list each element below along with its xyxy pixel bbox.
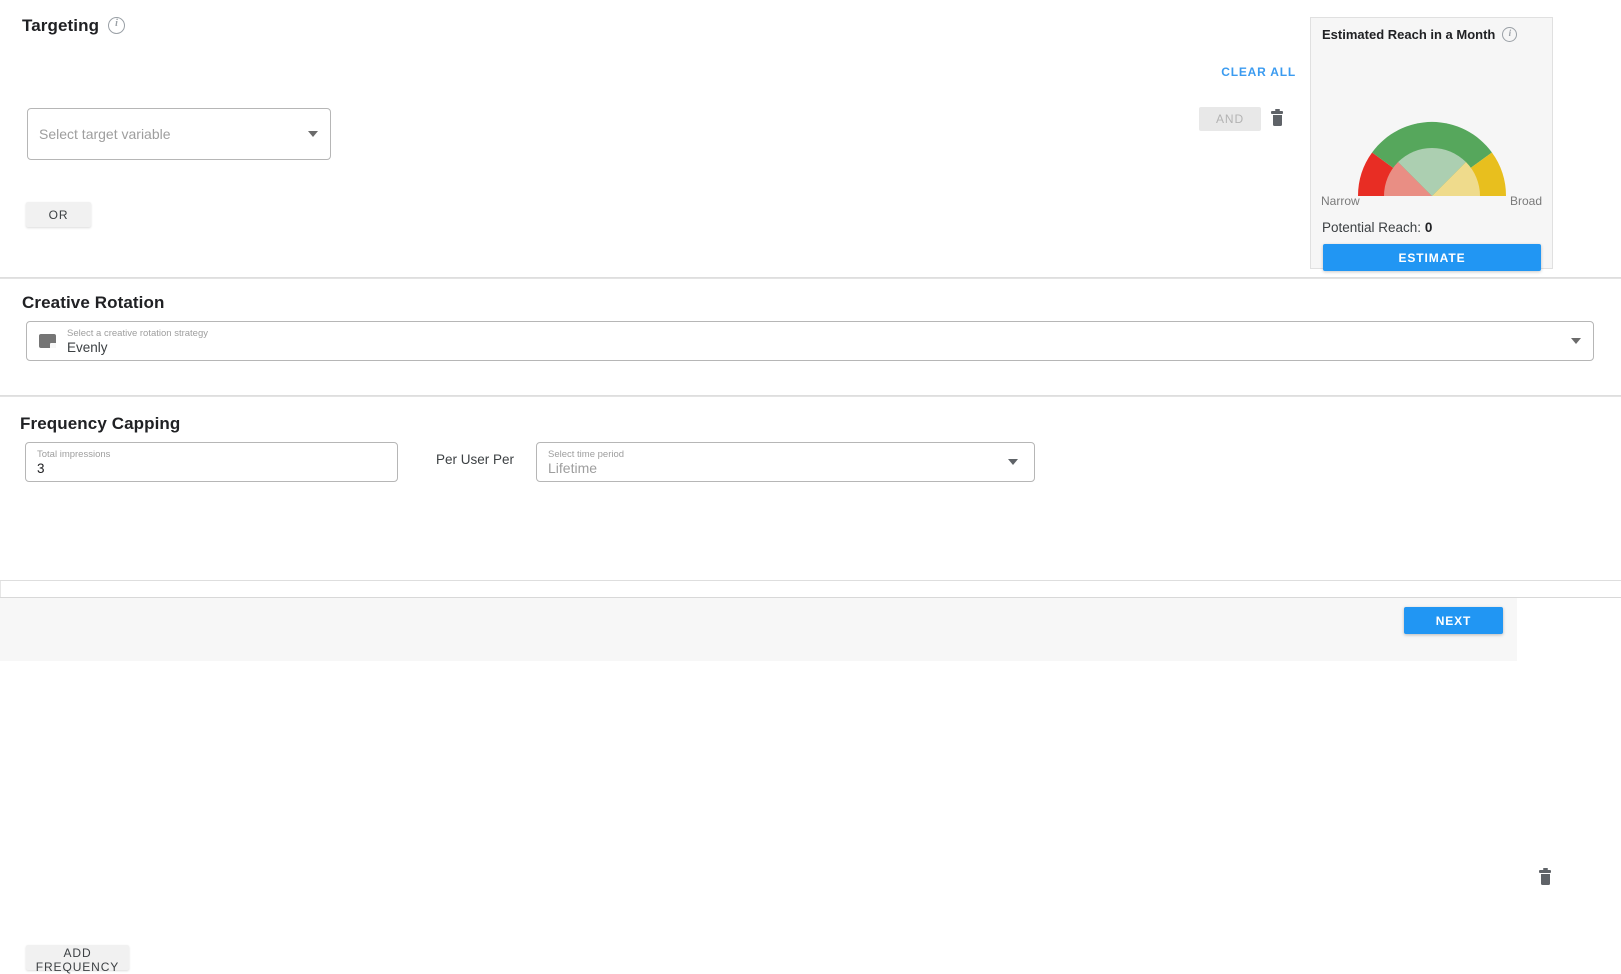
creative-rotation-select[interactable]: Select a creative rotation strategy Even… xyxy=(26,321,1594,361)
target-variable-placeholder: Select target variable xyxy=(39,126,171,142)
estimated-reach-title: Estimated Reach in a Month xyxy=(1322,27,1518,44)
time-period-label: Select time period xyxy=(548,449,625,460)
estimated-reach-title-text: Estimated Reach in a Month xyxy=(1322,27,1496,42)
page-title: Targeting xyxy=(22,16,126,36)
targeting-title-text: Targeting xyxy=(22,16,100,35)
add-frequency-button[interactable]: ADD FREQUENCY xyxy=(26,945,129,974)
or-button[interactable]: OR xyxy=(26,202,91,227)
creative-rotation-section: Creative Rotation Select a creative rota… xyxy=(0,278,1621,396)
frequency-capping-title: Frequency Capping xyxy=(20,414,181,433)
estimate-button[interactable]: ESTIMATE xyxy=(1323,244,1541,271)
total-impressions-label: Total impressions xyxy=(37,449,111,460)
chevron-down-icon[interactable] xyxy=(1571,338,1581,344)
target-variable-select[interactable]: Select target variable xyxy=(27,108,331,160)
footer-bar: NEXT xyxy=(0,597,1621,661)
potential-reach-value: 0 xyxy=(1424,220,1433,235)
and-button[interactable]: AND xyxy=(1199,107,1261,131)
frequency-capping-section: Frequency Capping Total impressions 3 Pe… xyxy=(0,396,1621,974)
trash-icon-body xyxy=(1272,114,1282,126)
creative-rotation-field-label: Select a creative rotation strategy xyxy=(67,328,208,339)
chevron-down-icon[interactable] xyxy=(1008,459,1018,465)
delete-frequency-row-button[interactable] xyxy=(1539,868,1551,885)
gauge-label-broad: Broad xyxy=(1509,194,1542,208)
total-impressions-input[interactable]: Total impressions 3 xyxy=(25,442,398,482)
estimated-reach-card: Estimated Reach in a Month Narrow Broad … xyxy=(1310,17,1553,271)
chevron-down-icon[interactable] xyxy=(308,131,318,137)
info-icon[interactable] xyxy=(1502,27,1518,43)
clear-all-button[interactable]: CLEAR ALL xyxy=(1221,65,1296,79)
trash-icon-lid xyxy=(1271,109,1283,114)
potential-reach-label: Potential Reach: xyxy=(1322,220,1422,235)
delete-target-rule-button[interactable] xyxy=(1271,109,1283,126)
creative-rotation-title: Creative Rotation xyxy=(22,293,165,312)
footer-right-spacer xyxy=(1517,598,1621,661)
info-icon[interactable] xyxy=(108,17,126,35)
total-impressions-value: 3 xyxy=(37,461,45,476)
gauge-label-narrow: Narrow xyxy=(1321,194,1360,208)
gauge-axis-labels: Narrow Broad xyxy=(1321,194,1542,208)
targeting-section: Targeting CLEAR ALL Select target variab… xyxy=(0,0,1621,278)
picture-in-picture-icon xyxy=(39,334,56,348)
time-period-value: Lifetime xyxy=(548,460,598,476)
reach-gauge-chart xyxy=(1358,121,1506,196)
next-button[interactable]: NEXT xyxy=(1404,607,1503,634)
per-user-per-label: Per User Per xyxy=(436,452,515,467)
trash-icon-lid xyxy=(1539,868,1551,873)
time-period-select[interactable]: Select time period Lifetime xyxy=(536,442,1035,482)
creative-rotation-field-value: Evenly xyxy=(67,340,108,355)
potential-reach-text: Potential Reach: 0 xyxy=(1322,220,1432,235)
trash-icon-body xyxy=(1540,873,1550,885)
